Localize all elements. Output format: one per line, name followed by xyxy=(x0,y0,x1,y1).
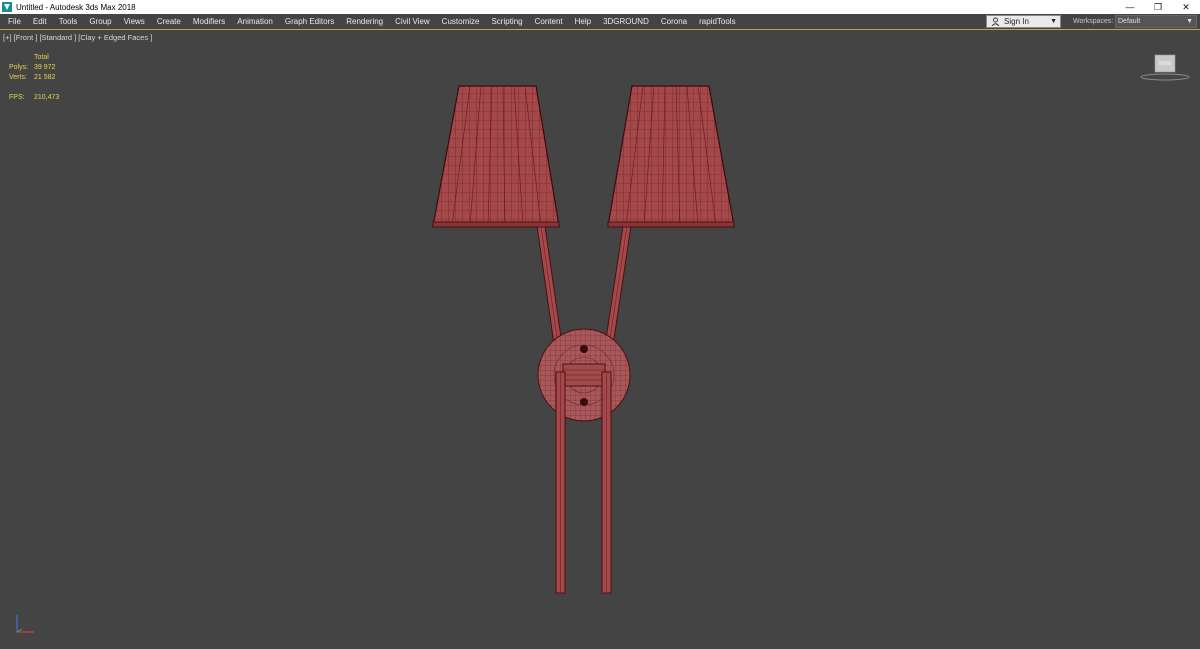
menu-scripting[interactable]: Scripting xyxy=(485,14,528,29)
3dsmax-logo-icon xyxy=(2,2,12,12)
minimize-button[interactable]: — xyxy=(1116,0,1144,14)
menu-modifiers[interactable]: Modifiers xyxy=(187,14,231,29)
menu-tools[interactable]: Tools xyxy=(53,14,84,29)
menu-content[interactable]: Content xyxy=(529,14,569,29)
workspaces-select[interactable]: Default ▼ xyxy=(1115,15,1197,28)
title-bar: Untitled - Autodesk 3ds Max 2018 — ❐ ✕ xyxy=(0,0,1200,14)
menu-graph-editors[interactable]: Graph Editors xyxy=(279,14,340,29)
workspaces-value: Default xyxy=(1118,18,1141,25)
menu-rapidtools[interactable]: rapidTools xyxy=(693,14,741,29)
menu-file[interactable]: File xyxy=(0,14,27,29)
user-icon xyxy=(991,17,1000,26)
menu-bar: File Edit Tools Group Views Create Modif… xyxy=(0,14,1200,29)
sign-in-dropdown[interactable]: Sign In ▼ xyxy=(986,15,1061,28)
menu-create[interactable]: Create xyxy=(151,14,187,29)
menu-3dground[interactable]: 3DGROUND xyxy=(597,14,655,29)
menu-rendering[interactable]: Rendering xyxy=(340,14,389,29)
chevron-down-icon: ▼ xyxy=(1050,18,1057,25)
left-stem xyxy=(555,371,566,594)
menu-group[interactable]: Group xyxy=(83,14,117,29)
menu-animation[interactable]: Animation xyxy=(231,14,279,29)
workspaces-label: Workspaces: xyxy=(1073,18,1114,25)
menu-civil-view[interactable]: Civil View xyxy=(389,14,436,29)
front-viewport[interactable]: [+] [Front ] [Standard ] [Clay + Edged F… xyxy=(0,30,1200,649)
sign-in-label: Sign In xyxy=(1004,17,1029,26)
restore-button[interactable]: ❐ xyxy=(1144,0,1172,14)
axis-tripod-icon xyxy=(16,615,34,633)
right-lamp-shade xyxy=(607,85,735,228)
chevron-down-icon: ▼ xyxy=(1186,18,1193,25)
close-button[interactable]: ✕ xyxy=(1172,0,1200,14)
right-stem xyxy=(601,371,612,594)
wall-sconce-model[interactable] xyxy=(0,30,1200,649)
left-lamp-shade xyxy=(432,85,560,228)
menu-customize[interactable]: Customize xyxy=(436,14,486,29)
backplate xyxy=(537,328,631,422)
menu-help[interactable]: Help xyxy=(569,14,597,29)
menu-corona[interactable]: Corona xyxy=(655,14,693,29)
menu-edit[interactable]: Edit xyxy=(27,14,53,29)
window-title: Untitled - Autodesk 3ds Max 2018 xyxy=(16,2,136,12)
menu-views[interactable]: Views xyxy=(118,14,151,29)
